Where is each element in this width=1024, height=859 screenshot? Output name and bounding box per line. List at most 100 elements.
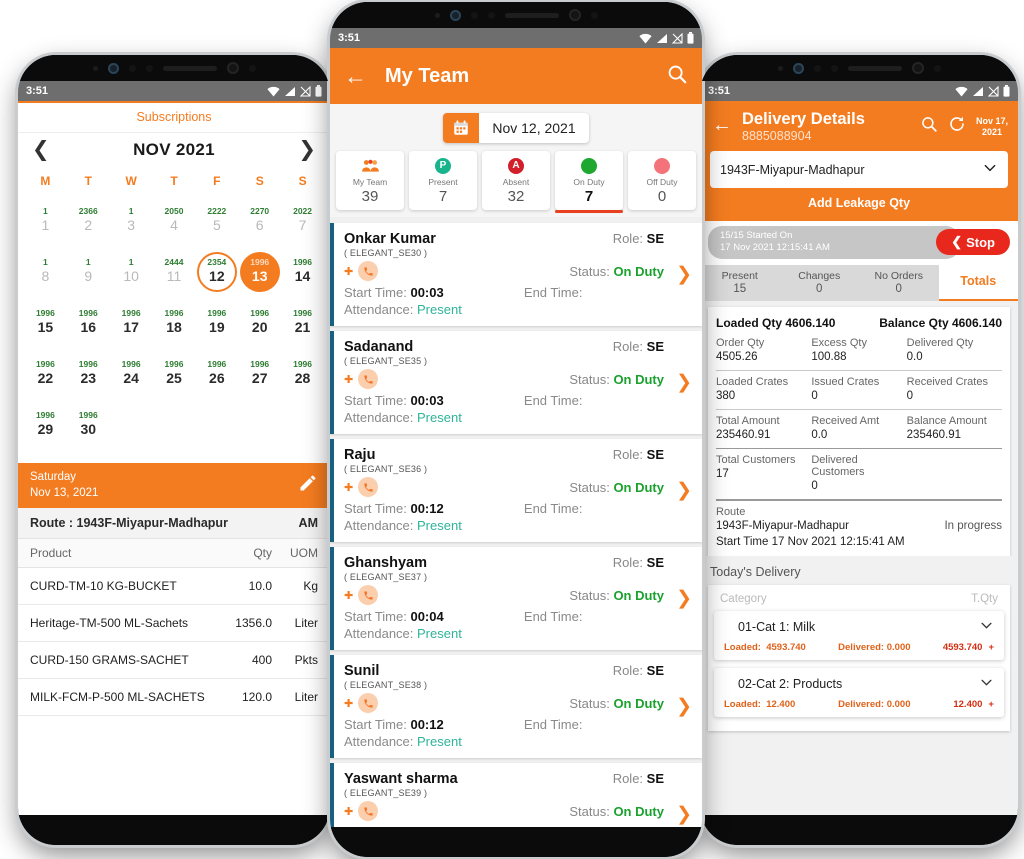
back-arrow-icon[interactable]: ← bbox=[712, 115, 732, 135]
calendar-day-12[interactable]: 2354 12 bbox=[195, 249, 238, 300]
calendar-day-4[interactable]: 2050 4 bbox=[153, 198, 196, 249]
calendar-day-2[interactable]: 2366 2 bbox=[67, 198, 110, 249]
phone-icon[interactable] bbox=[358, 693, 379, 713]
calendar-day-13[interactable]: 1996 13 bbox=[238, 249, 281, 300]
stop-button[interactable]: ❮ Stop bbox=[936, 229, 1010, 256]
calendar-day-30[interactable]: 1996 30 bbox=[67, 402, 110, 453]
calendar-day-29[interactable]: 1996 29 bbox=[24, 402, 67, 453]
calendar-day-21[interactable]: 1996 21 bbox=[281, 300, 324, 351]
calendar-day-number: 26 bbox=[209, 370, 225, 387]
route-select[interactable]: 1943F-Miyapur-Madhapur bbox=[710, 151, 1008, 188]
calendar-day-6[interactable]: 2270 6 bbox=[238, 198, 281, 249]
totals-cell: Excess Qty 100.88 bbox=[811, 337, 906, 363]
calendar-day-1[interactable]: 11 bbox=[24, 198, 67, 249]
chevron-right-icon[interactable]: ❯ bbox=[676, 805, 692, 824]
calendar-day-7[interactable]: 2022 7 bbox=[281, 198, 324, 249]
calendar-day-22[interactable]: 1996 22 bbox=[24, 351, 67, 402]
chevron-down-icon[interactable] bbox=[979, 618, 994, 636]
stat-card-my-team[interactable]: My Team 39 bbox=[336, 151, 404, 210]
add-leakage-qty-button[interactable]: Add Leakage Qty bbox=[700, 196, 1018, 221]
member-status: Status: On Duty bbox=[569, 695, 664, 711]
phone-icon[interactable] bbox=[358, 369, 379, 389]
calendar-day-24[interactable]: 1996 24 bbox=[110, 351, 153, 402]
calendar-icon[interactable] bbox=[443, 113, 480, 143]
team-member-card[interactable]: Onkar Kumar Role: SE ( ELEGANT_SE30 ) ✚ Stat… bbox=[330, 223, 702, 326]
tab-present[interactable]: Present 15 bbox=[700, 265, 780, 301]
calendar-day-9[interactable]: 19 bbox=[67, 249, 110, 300]
stat-card-present[interactable]: P Present 7 bbox=[409, 151, 477, 210]
calendar-day-value: 1996 bbox=[35, 409, 55, 420]
date-picker[interactable]: Nov 12, 2021 bbox=[443, 113, 589, 143]
calendar-day-26[interactable]: 1996 26 bbox=[195, 351, 238, 402]
calendar-day-3[interactable]: 13 bbox=[110, 198, 153, 249]
chevron-right-icon[interactable]: ❯ bbox=[298, 139, 316, 160]
sensor-icon bbox=[92, 65, 98, 71]
chevron-down-icon[interactable] bbox=[982, 160, 998, 179]
calendar-day-16[interactable]: 1996 16 bbox=[67, 300, 110, 351]
calendar-day-19[interactable]: 1996 19 bbox=[195, 300, 238, 351]
chevron-right-icon[interactable]: ❯ bbox=[676, 589, 692, 608]
table-row[interactable]: CURD-TM-10 KG-BUCKET 10.0 Kg bbox=[18, 568, 330, 606]
stat-card-off-duty[interactable]: Off Duty 0 bbox=[628, 151, 696, 210]
calendar-day-14[interactable]: 1996 14 bbox=[281, 249, 324, 300]
status-time: 3:51 bbox=[708, 85, 731, 97]
phone-icon[interactable] bbox=[358, 801, 379, 821]
team-member-card[interactable]: Sadanand Role: SE ( ELEGANT_SE35 ) ✚ Status:… bbox=[330, 331, 702, 434]
search-icon[interactable] bbox=[920, 115, 938, 138]
tab-totals[interactable]: Totals bbox=[938, 264, 1018, 301]
chevron-right-icon[interactable]: ❯ bbox=[676, 265, 692, 284]
calendar-day-25[interactable]: 1996 25 bbox=[153, 351, 196, 402]
chevron-left-icon[interactable]: ❮ bbox=[32, 139, 50, 160]
calendar-day-23[interactable]: 1996 23 bbox=[67, 351, 110, 402]
calendar-day-8[interactable]: 18 bbox=[24, 249, 67, 300]
member-end-time: End Time: bbox=[523, 285, 583, 300]
chevron-right-icon[interactable]: ❯ bbox=[676, 373, 692, 392]
chevron-right-icon[interactable]: ❯ bbox=[676, 481, 692, 500]
table-row[interactable]: MILK-FCM-P-500 ML-SACHETS 120.0 Liter bbox=[18, 679, 330, 717]
calendar-day-number: 12 bbox=[209, 268, 225, 285]
team-member-card[interactable]: Raju Role: SE ( ELEGANT_SE36 ) ✚ Status: On … bbox=[330, 439, 702, 542]
calendar-dow-5: S bbox=[255, 174, 264, 188]
chevron-right-icon[interactable]: ❯ bbox=[676, 697, 692, 716]
team-member-card[interactable]: Yaswant sharma Role: SE ( ELEGANT_SE39 ) ✚ S… bbox=[330, 763, 702, 827]
plus-icon[interactable]: + bbox=[988, 642, 994, 653]
calendar-day-5[interactable]: 2222 5 bbox=[195, 198, 238, 249]
calendar-day-number: 3 bbox=[127, 217, 136, 234]
plus-icon[interactable]: + bbox=[988, 699, 994, 710]
totals-cell-label: Total Customers bbox=[716, 454, 796, 467]
phone-icon[interactable] bbox=[358, 477, 379, 497]
phone-icon[interactable] bbox=[358, 585, 379, 605]
calendar-day-20[interactable]: 1996 20 bbox=[238, 300, 281, 351]
category-card[interactable]: 01-Cat 1: Milk Loaded: 4593.740 Delivered:… bbox=[714, 610, 1004, 660]
sensor-icon bbox=[470, 11, 478, 19]
team-member-card[interactable]: Sunil Role: SE ( ELEGANT_SE38 ) ✚ Status: On… bbox=[330, 655, 702, 758]
totals-cell-value: 4505.26 bbox=[716, 350, 758, 363]
calendar-day-15[interactable]: 1996 15 bbox=[24, 300, 67, 351]
back-arrow-icon[interactable]: ← bbox=[344, 64, 367, 88]
calendar-day-17[interactable]: 1996 17 bbox=[110, 300, 153, 351]
phone-icon[interactable] bbox=[358, 261, 379, 281]
calendar-day-number: 14 bbox=[294, 268, 311, 285]
table-row[interactable]: Heritage-TM-500 ML-Sachets 1356.0 Liter bbox=[18, 605, 330, 643]
team-member-card[interactable]: Ghanshyam Role: SE ( ELEGANT_SE37 ) ✚ Status… bbox=[330, 547, 702, 650]
calendar-day-28[interactable]: 1996 28 bbox=[281, 351, 324, 402]
date-picker-value[interactable]: Nov 12, 2021 bbox=[479, 113, 588, 143]
stat-icon-wrap bbox=[338, 157, 402, 174]
pencil-icon[interactable] bbox=[298, 473, 318, 498]
chevron-down-icon[interactable] bbox=[979, 675, 994, 693]
member-role: Role: SE bbox=[612, 447, 664, 462]
search-icon[interactable] bbox=[666, 63, 688, 90]
tab-no-orders[interactable]: No Orders 0 bbox=[859, 265, 939, 301]
table-row[interactable]: CURD-150 GRAMS-SACHET 400 Pkts bbox=[18, 642, 330, 680]
calendar-day-18[interactable]: 1996 18 bbox=[153, 300, 196, 351]
category-card[interactable]: 02-Cat 2: Products Loaded: 12.400 Delivere… bbox=[714, 667, 1004, 717]
calendar-day-27[interactable]: 1996 27 bbox=[238, 351, 281, 402]
refresh-icon[interactable] bbox=[948, 115, 966, 138]
calendar-day-10[interactable]: 1 10 bbox=[110, 249, 153, 300]
sensor-icon bbox=[128, 64, 136, 72]
calendar-day-11[interactable]: 2444 11 bbox=[153, 249, 196, 300]
stat-card-absent[interactable]: A Absent 32 bbox=[482, 151, 550, 210]
stat-card-on-duty[interactable]: On Duty 7 bbox=[555, 151, 623, 213]
cell-qty: 120.0 bbox=[241, 690, 272, 705]
tab-changes[interactable]: Changes 0 bbox=[780, 265, 860, 301]
